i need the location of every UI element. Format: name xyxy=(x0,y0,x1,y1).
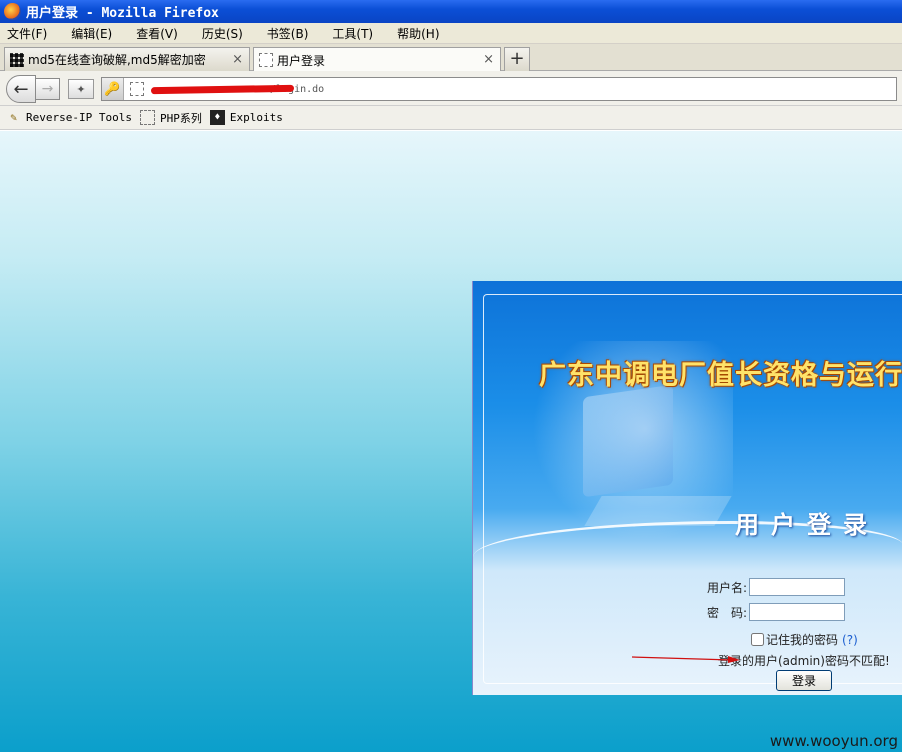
bookmark-label: Exploits xyxy=(229,111,283,124)
menu-bookmarks[interactable]: 书签(B) xyxy=(264,24,312,43)
key-icon[interactable]: 🔑 xyxy=(102,78,124,100)
back-button[interactable]: ← xyxy=(6,75,36,103)
menu-edit[interactable]: 编辑(E) xyxy=(68,24,115,43)
forward-arrow-icon: → xyxy=(41,81,54,97)
username-label: 用户名: xyxy=(707,580,748,595)
remember-label: 记住我的密码 xyxy=(766,633,839,647)
help-link[interactable]: (?) xyxy=(842,633,858,647)
bookmark-php[interactable]: PHP系列 xyxy=(139,110,202,126)
tab-md5[interactable]: md5在线查询破解,md5解密加密 × xyxy=(4,47,250,71)
password-input[interactable] xyxy=(749,603,846,621)
tab-close-icon[interactable]: × xyxy=(232,52,243,67)
username-input[interactable] xyxy=(749,578,846,596)
remember-checkbox[interactable] xyxy=(751,633,764,646)
username-row: 用户名: xyxy=(707,578,846,596)
login-heading: 用户登录 xyxy=(735,510,879,539)
window-titlebar: 用户登录 - Mozilla Firefox xyxy=(0,0,902,23)
annotation-arrow xyxy=(632,656,740,663)
menu-history[interactable]: 历史(S) xyxy=(199,24,246,43)
menu-bar: 文件(F) 编辑(E) 查看(V) 历史(S) 书签(B) 工具(T) 帮助(H… xyxy=(0,23,902,44)
watermark: www.wooyun.org xyxy=(769,732,898,750)
tab-login[interactable]: 用户登录 × xyxy=(253,47,501,72)
tab-close-icon[interactable]: × xyxy=(483,52,494,67)
bookmark-label: PHP系列 xyxy=(159,111,202,125)
exploit-db-icon: ♦ xyxy=(209,110,225,125)
bookmark-exploits[interactable]: ♦ Exploits xyxy=(209,110,283,125)
tab-label: md5在线查询破解,md5解密加密 xyxy=(28,53,206,67)
page-content: 广东中调电厂值长资格与运行 用户登录 用户名: 密 码: 记住我的密码 (?) … xyxy=(0,131,902,752)
pencil-icon: ✎ xyxy=(10,111,17,124)
extension-button[interactable]: ✦ xyxy=(68,79,94,99)
puzzle-icon: ✦ xyxy=(76,82,86,96)
bookmarks-toolbar: ✎ Reverse-IP Tools PHP系列 ♦ Exploits xyxy=(0,106,902,130)
system-title: 广东中调电厂值长资格与运行 xyxy=(539,360,902,391)
password-row: 密 码: xyxy=(707,603,846,621)
navigation-bar: ← → ✦ 🔑 /login.do xyxy=(0,71,902,106)
tab-strip: md5在线查询破解,md5解密加密 × 用户登录 × + xyxy=(0,44,902,72)
login-panel: 广东中调电厂值长资格与运行 用户登录 用户名: 密 码: 记住我的密码 (?) … xyxy=(472,281,902,695)
firefox-icon xyxy=(4,3,21,20)
tab-label: 用户登录 xyxy=(277,53,326,68)
site-grid-icon xyxy=(10,52,24,67)
menu-tools[interactable]: 工具(T) xyxy=(329,24,376,43)
forward-button[interactable]: → xyxy=(36,78,60,100)
remember-row: 记住我的密码 (?) xyxy=(751,631,858,648)
window-title: 用户登录 - Mozilla Firefox xyxy=(26,6,219,21)
menu-help[interactable]: 帮助(H) xyxy=(394,24,442,43)
new-tab-button[interactable]: + xyxy=(504,47,530,71)
blank-page-icon xyxy=(139,110,155,125)
password-label: 密 码: xyxy=(707,605,748,620)
site-identity-icon xyxy=(130,82,144,96)
menu-view[interactable]: 查看(V) xyxy=(133,24,181,43)
bookmark-reverse-ip[interactable]: ✎ Reverse-IP Tools xyxy=(6,110,132,125)
bookmark-label: Reverse-IP Tools xyxy=(26,111,132,124)
error-message: 登录的用户(admin)密码不匹配! xyxy=(718,654,890,668)
menu-file[interactable]: 文件(F) xyxy=(4,24,50,43)
blank-page-icon xyxy=(259,53,273,67)
login-button[interactable]: 登录 xyxy=(776,670,832,691)
back-arrow-icon: ← xyxy=(13,78,29,100)
